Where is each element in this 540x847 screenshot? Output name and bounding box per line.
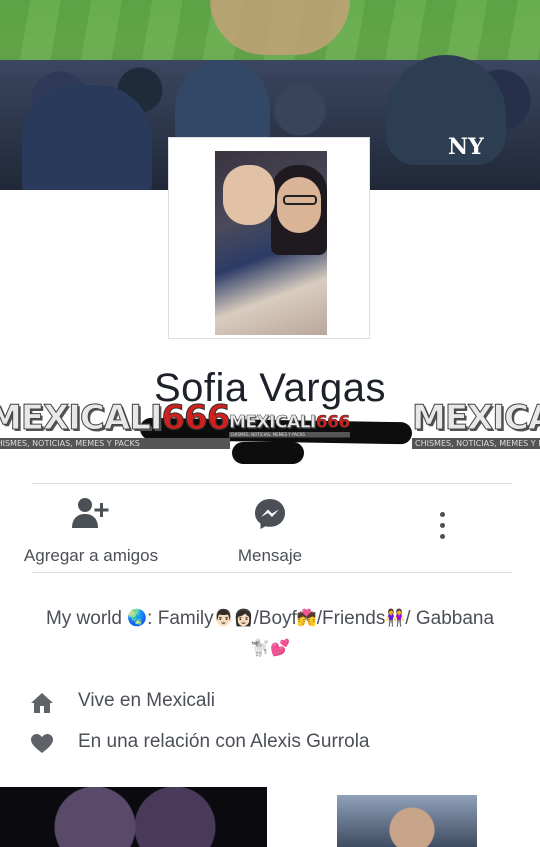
- poodle-hearts-emoji: 🐩💕: [250, 640, 290, 658]
- messenger-icon: [255, 499, 285, 529]
- lives-in-text: Vive en Mexicali: [78, 690, 215, 711]
- info-relationship[interactable]: En una relación con Alexis Gurrola: [30, 729, 470, 757]
- info-lives-in[interactable]: Vive en Mexicali: [30, 688, 450, 716]
- family-emoji: 👨🏻👩🏻: [213, 610, 254, 627]
- profile-bio: My world 🌏: Family👨🏻👩🏻/Boyf💏/Friends👭/ G…: [40, 604, 500, 664]
- avatar-photo: [215, 151, 327, 335]
- add-friend-button[interactable]: Agregar a amigos: [12, 496, 170, 566]
- relationship-text: En una relación con Alexis Gurrola: [78, 731, 370, 752]
- home-icon: [31, 693, 53, 713]
- watermark-right: MEXICALI666 CHISMES, NOTICIAS, MEMES Y P…: [412, 398, 540, 449]
- redaction-mark-small: [232, 442, 304, 464]
- globe-emoji: 🌏: [127, 610, 148, 627]
- avatar-face-right: [277, 177, 321, 233]
- message-button[interactable]: Mensaje: [210, 496, 330, 566]
- photo-thumbnail[interactable]: [337, 795, 477, 847]
- divider-top: [32, 483, 512, 484]
- cover-person: [22, 85, 152, 190]
- profile-picture[interactable]: [168, 137, 370, 339]
- photo-thumbnail[interactable]: [0, 787, 267, 847]
- add-friend-icon: [72, 498, 109, 528]
- heart-icon: [31, 734, 53, 753]
- more-options-button[interactable]: [440, 512, 460, 545]
- cap-logo: NY: [448, 134, 484, 160]
- watermark-left: MEXICALI666 CHISMES, NOTICIAS, MEMES Y P…: [0, 398, 231, 449]
- message-label: Mensaje: [237, 546, 303, 565]
- divider-bottom: [32, 572, 512, 573]
- avatar-glasses: [283, 195, 317, 205]
- couple-emoji: 💏: [296, 610, 317, 627]
- watermark-center: MEXICALI666 CHISMES, NOTICIAS, MEMES Y P…: [229, 412, 350, 438]
- avatar-face-left: [223, 165, 275, 225]
- more-vertical-icon: [440, 512, 460, 539]
- cover-cap-right: [386, 55, 506, 165]
- add-friend-label: Agregar a amigos: [23, 546, 159, 565]
- friends-emoji: 👭: [385, 610, 406, 627]
